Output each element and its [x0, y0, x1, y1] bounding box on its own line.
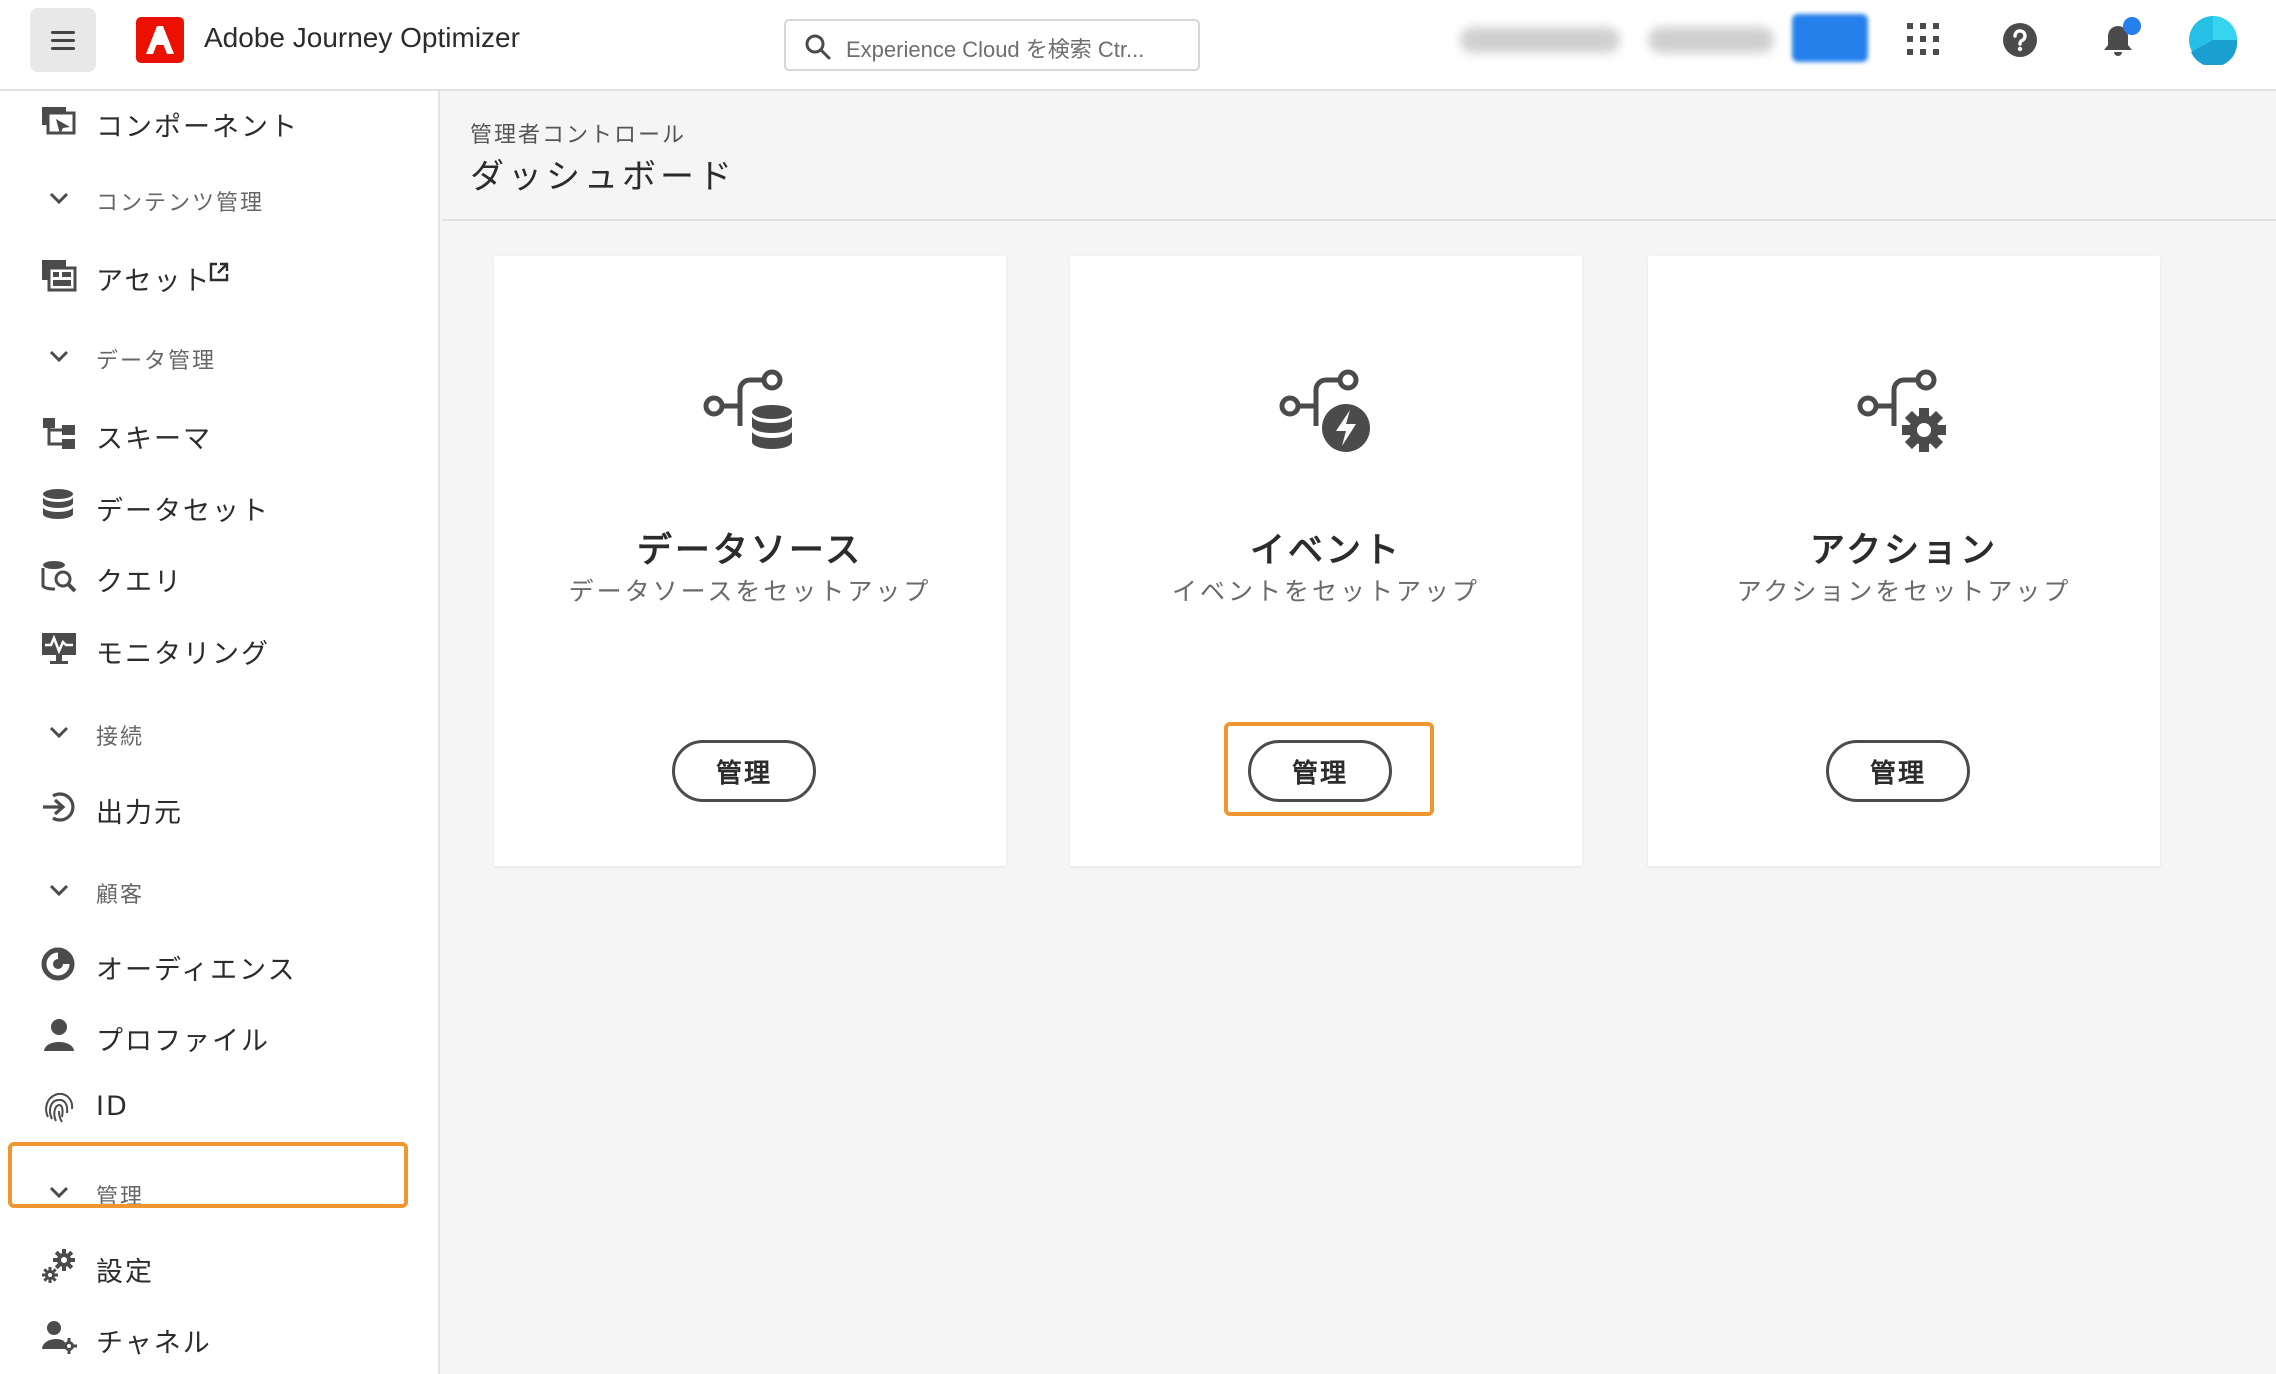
sidebar-item-label: アセット [96, 266, 212, 297]
chevron-down-icon [49, 726, 69, 739]
sidebar-item-label: 出力元 [96, 798, 183, 829]
sidebar-item-audiences[interactable]: オーディエンス [0, 934, 438, 994]
sidebar-item-components[interactable]: コンポーネント [0, 91, 438, 151]
dataset-icon [43, 489, 73, 519]
card-subtitle: データソースをセットアップ [568, 577, 932, 606]
sidebar-item-channels[interactable]: チャネル [0, 1307, 438, 1367]
sidebar-section-customer[interactable]: 顧客 [0, 865, 438, 915]
card-title: アクション [1809, 531, 1999, 571]
environment-badge-redacted[interactable] [1792, 14, 1868, 62]
identity-fingerprint-icon [45, 1092, 74, 1123]
settings-highlight-callout [8, 1142, 408, 1208]
chevron-down-icon [49, 350, 69, 363]
audience-icon [41, 947, 75, 981]
sidebar-item-label: クエリ [96, 567, 183, 598]
schema-icon [43, 418, 75, 449]
sidebar-section-label: コンテンツ管理 [96, 191, 265, 216]
components-icon [42, 107, 76, 135]
sidebar-item-assets[interactable]: アセット [0, 245, 438, 305]
chevron-down-icon [49, 884, 69, 897]
monitoring-icon [42, 633, 76, 664]
assets-icon [42, 260, 77, 292]
sidebar-item-label: ID [96, 1091, 129, 1122]
event-icon [1279, 369, 1370, 452]
menu-hamburger-button[interactable] [30, 8, 96, 72]
sidebar-item-label: プロファイル [96, 1026, 270, 1057]
sidebar-section-data-management[interactable]: データ管理 [0, 331, 438, 381]
card-data-sources: データソース データソースをセットアップ 管理 [494, 256, 1006, 866]
sidebar-item-label: コンポーネント [96, 112, 299, 143]
external-link-icon [209, 262, 229, 282]
action-icon [1857, 369, 1946, 452]
sidebar-item-datasets[interactable]: データセット [0, 475, 438, 535]
app-switcher-grid-icon[interactable] [1906, 22, 1940, 56]
datasource-icon [703, 369, 792, 449]
app-title[interactable]: Adobe Journey Optimizer [204, 22, 520, 54]
event-manage-highlight-callout [1224, 722, 1434, 816]
sidebar-item-label: 設定 [96, 1257, 154, 1288]
manage-button[interactable]: 管理 [1826, 740, 1970, 802]
adobe-logo-icon[interactable] [136, 17, 184, 63]
sidebar-item-identities[interactable]: ID [0, 1077, 438, 1137]
card-actions: アクション アクションをセットアップ 管理 [1648, 256, 2160, 866]
notifications-bell-icon[interactable] [2096, 16, 2142, 62]
breadcrumb[interactable]: 管理者コントロール [470, 117, 686, 149]
sidebar-item-label: モニタリング [96, 639, 270, 670]
chevron-down-icon [49, 192, 69, 205]
channel-icon [42, 1321, 77, 1354]
card-title: データソース [636, 531, 864, 571]
sidebar-section-label: 顧客 [96, 883, 145, 908]
query-icon [41, 561, 77, 593]
settings-gear-icon [42, 1249, 75, 1283]
sources-icon [43, 792, 75, 822]
sidebar-section-content-management[interactable]: コンテンツ管理 [0, 173, 438, 223]
search-icon [805, 34, 831, 60]
sidebar-section-connections[interactable]: 接続 [0, 707, 438, 757]
user-avatar[interactable] [2188, 15, 2238, 65]
sidebar-item-label: チャネル [96, 1328, 212, 1359]
sidebar-item-label: データセット [96, 496, 270, 527]
page-title: ダッシュボード [470, 157, 736, 197]
sandbox-switcher-redacted[interactable] [1648, 27, 1774, 53]
sidebar-section-label: 接続 [96, 725, 145, 750]
sidebar-item-schemas[interactable]: スキーマ [0, 403, 438, 463]
help-icon[interactable] [2002, 22, 2038, 58]
sidebar-item-label: オーディエンス [96, 955, 297, 986]
sidebar-section-label: データ管理 [96, 349, 217, 374]
card-subtitle: アクションをセットアップ [1736, 577, 2072, 606]
sidebar-item-profiles[interactable]: プロファイル [0, 1005, 438, 1065]
page-header: 管理者コントロール ダッシュボード [442, 91, 2276, 221]
search-input[interactable]: Experience Cloud を検索 Ctr... [784, 19, 1200, 71]
card-subtitle: イベントをセットアップ [1171, 577, 1480, 606]
profile-icon [44, 1019, 74, 1051]
sidebar-item-monitoring[interactable]: モニタリング [0, 618, 438, 678]
card-title: イベント [1249, 531, 1402, 571]
org-switcher-redacted[interactable] [1460, 27, 1620, 53]
search-placeholder: Experience Cloud を検索 Ctr... [846, 37, 1145, 62]
sidebar-item-label: スキーマ [96, 424, 212, 455]
sidebar-item-sources[interactable]: 出力元 [0, 777, 438, 837]
manage-button[interactable]: 管理 [672, 740, 816, 802]
sidebar-item-settings[interactable]: 設定 [0, 1236, 438, 1296]
sidebar-item-queries[interactable]: クエリ [0, 546, 438, 606]
top-bar: Adobe Journey Optimizer Experience Cloud… [0, 0, 2276, 91]
